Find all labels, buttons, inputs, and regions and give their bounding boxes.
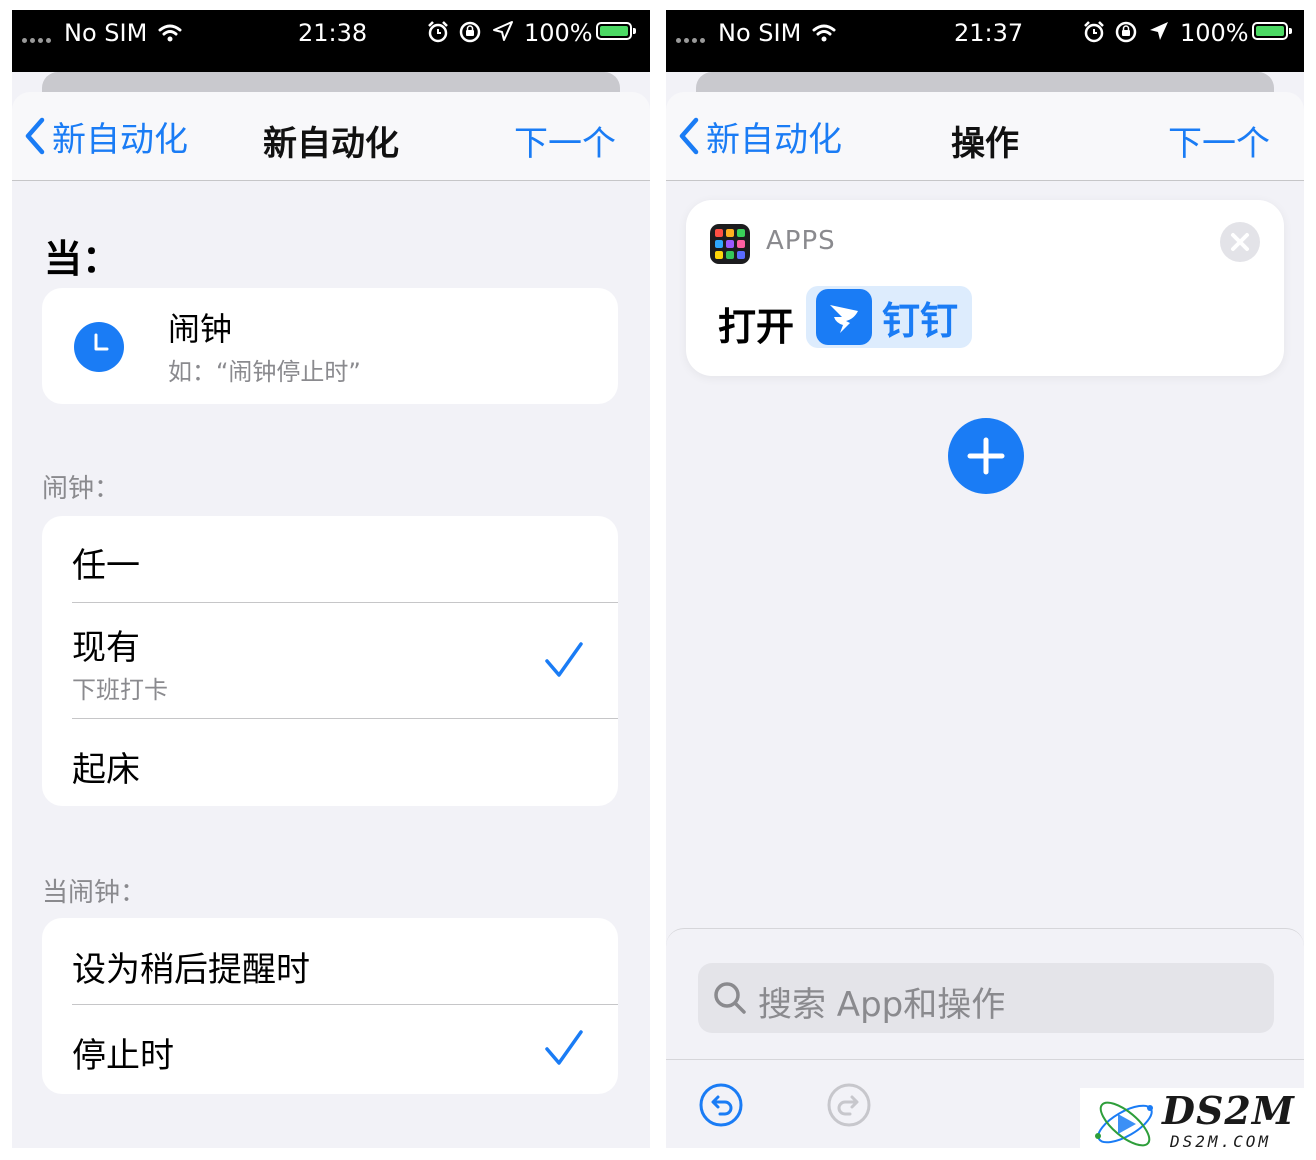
- orientation-lock-icon: [459, 21, 481, 43]
- divider: [72, 602, 618, 603]
- list-item-label: 任一: [72, 546, 140, 586]
- watermark-logo-icon: [1095, 1101, 1153, 1147]
- list-item-wake[interactable]: 起床: [72, 742, 618, 791]
- left-screen: No SIM 21:38 100% 新自动化 新自动化 下一个 当： 闹钟 如：…: [12, 10, 650, 1148]
- watermark-subtext: DS2M.COM: [1170, 1132, 1272, 1151]
- undo-button[interactable]: [698, 1082, 744, 1128]
- list-item-label: 停止时: [72, 1036, 174, 1076]
- checkmark-icon: [545, 1030, 583, 1065]
- battery-icon: [596, 22, 636, 40]
- search-icon: [714, 982, 746, 1014]
- status-bar: No SIM 21:38 100%: [12, 10, 650, 72]
- list-item-label: 起床: [72, 750, 140, 790]
- alarm-clock-icon: [428, 21, 448, 43]
- automation-sheet: 新自动化 新自动化 下一个 当： 闹钟 如：“闹钟停止时” 闹钟： 任一 现有: [12, 92, 650, 1148]
- status-time: 21:38: [298, 19, 368, 47]
- clock-icon: [74, 322, 124, 372]
- search-placeholder: 搜索 App和操作: [758, 985, 1006, 1025]
- watermark-text: DS2M: [1162, 1088, 1295, 1133]
- battery-icon: [1252, 22, 1292, 40]
- next-button[interactable]: 下一个: [1168, 116, 1270, 165]
- checkmark-icon: [545, 642, 583, 677]
- carrier-label: No SIM: [718, 19, 802, 47]
- search-input[interactable]: 搜索 App和操作: [698, 963, 1274, 1033]
- undo-icon: [699, 1083, 743, 1127]
- nav-bar: 新自动化 操作 下一个: [666, 92, 1304, 181]
- trigger-title: 闹钟: [168, 310, 233, 348]
- carrier-label: No SIM: [64, 19, 148, 47]
- status-time: 21:37: [954, 19, 1024, 47]
- trigger-card[interactable]: 闹钟 如：“闹钟停止时”: [42, 288, 618, 404]
- action-sheet: 新自动化 操作 下一个 APPS 打开 钉钉 搜索 App和操作: [666, 92, 1304, 1148]
- when-heading: 当：: [44, 237, 121, 281]
- list-item-any[interactable]: 任一: [72, 538, 618, 587]
- alarm-list: 任一 现有 下班打卡 起床: [42, 516, 618, 806]
- alarm-clock-icon: [1084, 21, 1104, 43]
- trigger-subtitle: 如：“闹钟停止时”: [168, 358, 361, 386]
- when-alarm-list: 设为稍后提醒时 停止时: [42, 918, 618, 1094]
- add-action-button[interactable]: [948, 418, 1024, 494]
- battery-percent: 100%: [524, 19, 593, 47]
- dingtalk-icon: [816, 289, 872, 345]
- list-item-sublabel: 下班打卡: [72, 676, 168, 704]
- action-card[interactable]: APPS 打开 钉钉: [686, 200, 1284, 376]
- location-icon: [1150, 22, 1168, 40]
- orientation-lock-icon: [1115, 21, 1137, 43]
- signal-icon: [22, 38, 51, 43]
- redo-button[interactable]: [826, 1082, 872, 1128]
- remove-action-button[interactable]: [1220, 222, 1260, 262]
- status-bar: No SIM 21:37 100%: [666, 10, 1304, 72]
- action-category: APPS: [766, 226, 836, 256]
- when-alarm-section-label: 当闹钟：: [42, 878, 147, 908]
- redo-icon: [827, 1083, 871, 1127]
- battery-percent: 100%: [1180, 19, 1249, 47]
- right-screen: No SIM 21:37 100% 新自动化 操作 下一个 APPS 打开 钉钉…: [666, 10, 1304, 1148]
- apps-grid-icon: [710, 224, 750, 264]
- wifi-icon: [812, 24, 836, 42]
- divider: [72, 718, 618, 719]
- wifi-icon: [158, 24, 182, 42]
- nav-bar: 新自动化 新自动化 下一个: [12, 92, 650, 181]
- location-icon: [493, 21, 513, 41]
- list-item-label: 现有: [72, 628, 140, 668]
- app-name: 钉钉: [882, 298, 959, 343]
- alarm-section-label: 闹钟：: [42, 474, 121, 504]
- next-button[interactable]: 下一个: [514, 116, 616, 165]
- list-item-label: 设为稍后提醒时: [72, 950, 310, 990]
- signal-icon: [676, 38, 705, 43]
- list-item-stop[interactable]: 停止时: [72, 1028, 618, 1077]
- list-item-snooze[interactable]: 设为稍后提醒时: [72, 942, 618, 991]
- watermark: DS2M DS2M.COM: [1080, 1088, 1316, 1160]
- app-parameter[interactable]: 钉钉: [806, 286, 973, 348]
- action-verb: 打开: [718, 305, 795, 349]
- plus-icon: [967, 437, 1005, 475]
- close-icon: [1231, 233, 1249, 251]
- divider: [72, 1004, 618, 1005]
